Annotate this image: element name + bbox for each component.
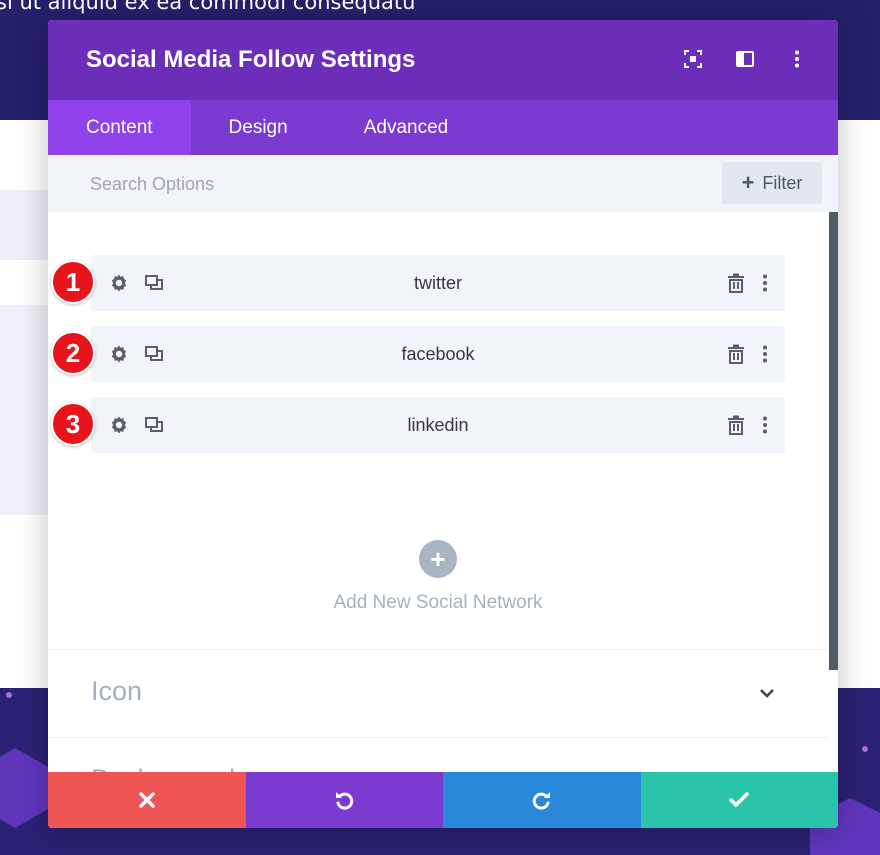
decorative-dot — [862, 746, 868, 752]
close-icon — [139, 792, 155, 808]
header-actions — [682, 48, 808, 70]
redo-icon — [532, 792, 550, 810]
network-item-facebook[interactable]: facebook — [91, 326, 785, 382]
network-label: facebook — [401, 344, 475, 364]
focus-icon[interactable] — [682, 48, 704, 70]
network-label: linkedin — [407, 415, 469, 435]
trash-icon[interactable] — [727, 273, 745, 293]
decorative-hexagon — [0, 748, 50, 828]
content-panel: twitter facebook linkedin 1 2 3 + Add Ne… — [48, 212, 838, 794]
trash-icon[interactable] — [727, 415, 745, 435]
page-body-text: si ut aliquid ex ea commodi consequatu — [0, 0, 416, 14]
step-badge-2: 2 — [51, 331, 95, 375]
undo-button[interactable] — [245, 772, 443, 828]
section-icon[interactable]: Icon — [48, 649, 828, 737]
tab-content[interactable]: Content — [48, 100, 191, 155]
plus-icon: + — [741, 170, 755, 195]
chevron-down-icon — [760, 689, 774, 698]
more-vertical-icon[interactable] — [786, 48, 808, 70]
checkmark-icon — [729, 792, 750, 807]
tab-bar: Content Design Advanced — [48, 100, 838, 155]
redo-button[interactable] — [443, 772, 641, 828]
modal-footer — [48, 772, 838, 828]
save-button[interactable] — [640, 772, 838, 828]
tab-advanced[interactable]: Advanced — [326, 100, 487, 155]
network-label: twitter — [413, 273, 462, 293]
plus-icon: + — [430, 543, 446, 574]
filter-button[interactable]: + Filter — [722, 162, 822, 204]
sidebar-layout-icon[interactable] — [734, 48, 756, 70]
discard-button[interactable] — [48, 772, 246, 828]
search-input[interactable] — [90, 169, 590, 199]
settings-modal: Social Media Follow Settings Content Des… — [48, 20, 838, 828]
add-network-area: + Add New Social Network — [48, 540, 828, 614]
filter-label: Filter — [762, 172, 803, 193]
network-item-twitter[interactable]: twitter — [91, 255, 785, 311]
decorative-dot — [6, 692, 12, 698]
network-item-linkedin[interactable]: linkedin — [91, 397, 785, 453]
step-badge-3: 3 — [51, 402, 95, 446]
add-network-button[interactable]: + — [419, 540, 457, 578]
step-badge-1: 1 — [51, 260, 95, 304]
add-network-label[interactable]: Add New Social Network — [48, 592, 828, 614]
section-title: Icon — [91, 676, 143, 706]
more-vertical-icon[interactable] — [761, 415, 769, 435]
search-bar: + Filter — [48, 155, 838, 212]
modal-header: Social Media Follow Settings — [48, 20, 838, 100]
trash-icon[interactable] — [727, 344, 745, 364]
tab-design[interactable]: Design — [191, 100, 326, 155]
more-vertical-icon[interactable] — [761, 273, 769, 293]
more-vertical-icon[interactable] — [761, 344, 769, 364]
scrollbar[interactable] — [829, 212, 838, 670]
undo-icon — [336, 792, 354, 810]
modal-title: Social Media Follow Settings — [86, 46, 416, 73]
